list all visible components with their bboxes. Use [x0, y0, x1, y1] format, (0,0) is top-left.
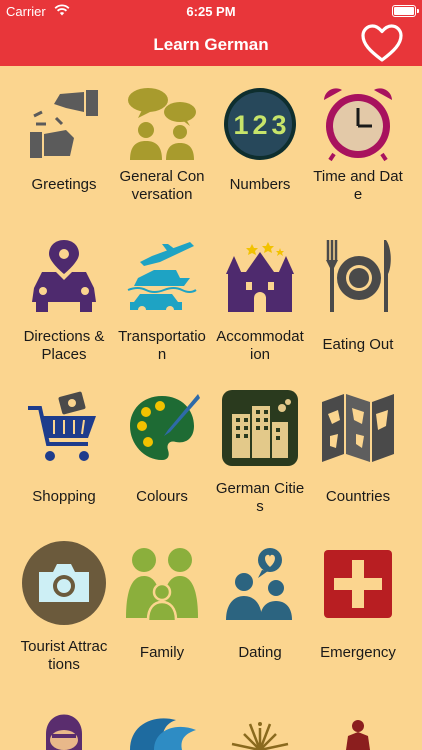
handshake-icon — [30, 90, 98, 158]
category-label: Transportation — [118, 328, 206, 363]
category-label: Eating Out — [322, 336, 394, 353]
category-tile-partial-2[interactable] — [113, 694, 211, 750]
alarm-clock-icon — [324, 88, 392, 162]
castle-icon — [226, 242, 294, 312]
city-icon — [222, 390, 298, 466]
conversation-icon — [128, 88, 196, 160]
category-dating[interactable]: Dating — [211, 546, 309, 662]
category-tile-partial-4[interactable] — [309, 694, 407, 750]
couple-heart-icon — [226, 548, 292, 620]
transport-icon — [127, 242, 197, 314]
plate-cutlery-icon — [326, 240, 391, 312]
first-aid-icon — [324, 550, 392, 618]
category-shopping[interactable]: Shopping — [15, 390, 113, 506]
category-emergency[interactable]: Emergency — [309, 546, 407, 662]
camera-icon — [22, 541, 106, 625]
category-label: General Conversation — [119, 168, 205, 203]
category-countries[interactable]: Countries — [309, 390, 407, 506]
face-icon — [46, 714, 82, 750]
category-colours[interactable]: Colours — [113, 390, 211, 506]
body-icon — [346, 720, 370, 750]
category-tile-partial-1[interactable] — [15, 694, 113, 750]
category-label: Tourist Attractions — [20, 638, 108, 673]
heart-outline-icon[interactable] — [360, 22, 404, 66]
page-title: Learn German — [153, 35, 269, 54]
clock: 6:25 PM — [186, 4, 236, 19]
fireworks-icon — [231, 722, 289, 750]
category-label: Family — [139, 644, 185, 661]
category-tourist-attractions[interactable]: Tourist Attractions — [6, 540, 122, 674]
category-german-cities[interactable]: German Cities — [211, 390, 309, 516]
category-time-and-date[interactable]: Time and Date — [309, 86, 407, 204]
category-label: Shopping — [32, 488, 96, 505]
category-label: Time and Date — [313, 168, 403, 203]
shopping-cart-icon — [28, 391, 96, 461]
category-accommodation[interactable]: Accommodation — [211, 238, 309, 364]
status-bar: Carrier 6:25 PM — [0, 0, 422, 22]
category-greetings[interactable]: Greetings — [15, 86, 113, 194]
family-icon — [126, 548, 198, 621]
category-directions-places[interactable]: Directions & Places — [15, 238, 113, 364]
category-label: Countries — [325, 488, 391, 505]
car-location-icon — [32, 240, 96, 312]
palette-icon — [130, 394, 200, 460]
category-label: Colours — [136, 488, 188, 505]
svg-text:1: 1 — [233, 110, 248, 140]
category-grid: Greetings General Conversation 1 2 3 Num… — [0, 66, 422, 750]
category-label: Greetings — [31, 176, 97, 193]
nav-bar: Learn German — [0, 22, 422, 66]
battery-icon — [392, 5, 419, 17]
category-label: Numbers — [229, 176, 291, 193]
svg-text:2: 2 — [252, 110, 267, 140]
category-label: Emergency — [320, 644, 396, 661]
map-icon — [322, 394, 394, 462]
category-family[interactable]: Family — [113, 546, 211, 662]
category-tile-partial-3[interactable] — [211, 694, 309, 750]
svg-text:3: 3 — [271, 110, 286, 140]
category-numbers[interactable]: 1 2 3 Numbers — [211, 86, 309, 194]
category-eating-out[interactable]: Eating Out — [309, 238, 407, 354]
category-general-conversation[interactable]: General Conversation — [113, 86, 211, 204]
category-transportation[interactable]: Transportation — [113, 238, 211, 364]
category-label: Accommodation — [216, 328, 304, 363]
wave-icon — [130, 718, 196, 750]
numbers-icon: 1 2 3 — [224, 88, 296, 160]
category-label: Directions & Places — [23, 328, 105, 363]
category-label: German Cities — [215, 480, 305, 515]
category-label: Dating — [238, 644, 282, 661]
